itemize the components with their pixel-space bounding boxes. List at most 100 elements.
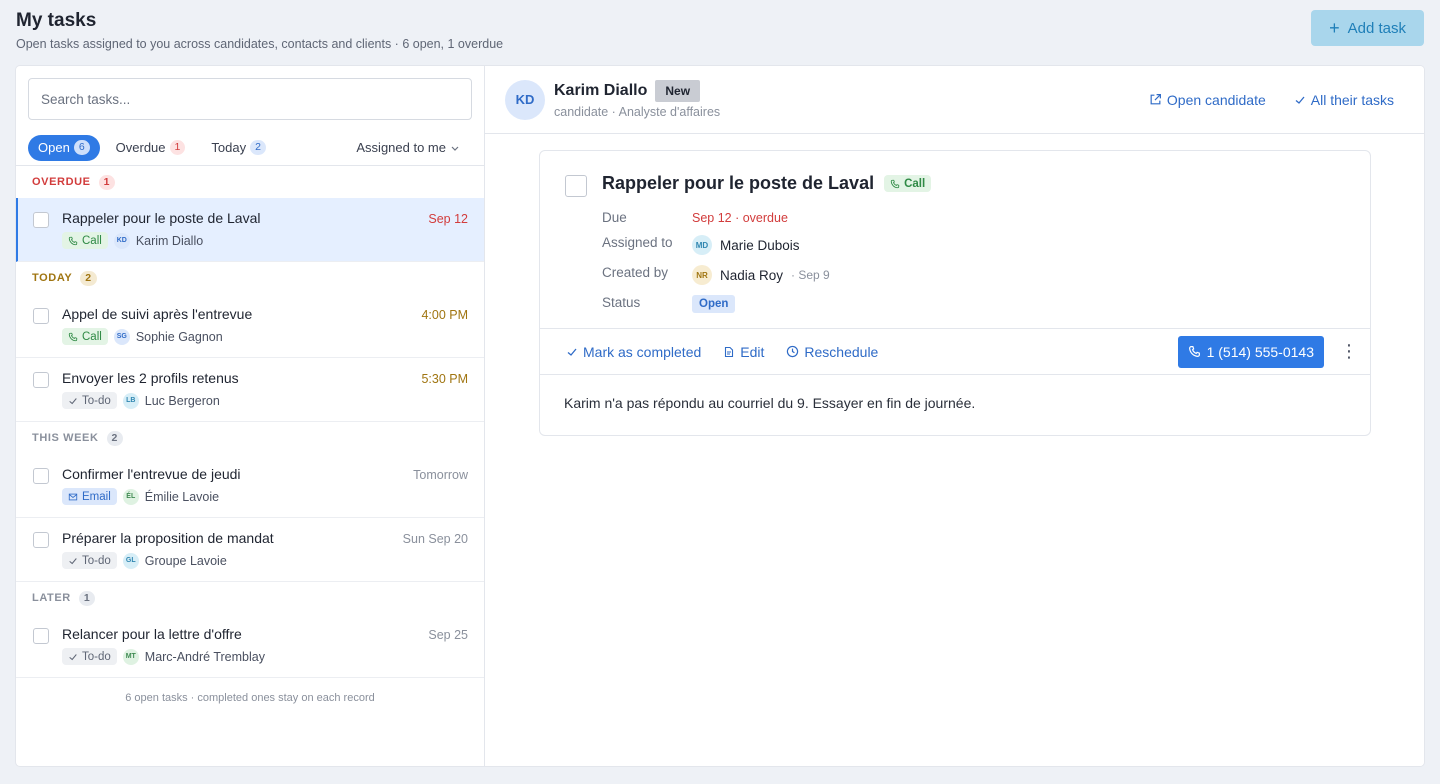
task-checkbox[interactable]	[33, 372, 49, 388]
search-input[interactable]	[41, 91, 459, 107]
assigned-dropdown[interactable]: Assigned to me	[356, 140, 472, 155]
assigned-label: Assigned to me	[356, 140, 446, 155]
task-complete-checkbox[interactable]	[565, 175, 587, 197]
section-week-count: 2	[106, 430, 123, 446]
task-meta: Call KD Karim Diallo	[62, 232, 468, 249]
avatar: ÉL	[122, 488, 139, 505]
task-row[interactable]: Appel de suivi après l'entrevue 4:00 PM …	[16, 294, 484, 358]
task-note: Karim n'a pas répondu au courriel du 9. …	[564, 395, 976, 411]
mark-completed-button[interactable]: Mark as completed	[566, 344, 701, 360]
task-row[interactable]: Préparer la proposition de mandat Sun Se…	[16, 518, 484, 582]
task-list-panel: Open 6 Overdue 1 Today 2 Assigned to me …	[16, 66, 485, 766]
filter-today-count: 2	[250, 140, 266, 155]
phone-icon	[890, 179, 900, 188]
filter-overdue-label: Overdue	[115, 140, 166, 155]
status-badge: New	[655, 80, 701, 102]
task-row[interactable]: Relancer pour la lettre d'offre Sep 25 T…	[16, 614, 484, 678]
created-by-label: Created by	[602, 265, 669, 280]
task-meta: Call SG Sophie Gagnon	[62, 328, 468, 345]
section-later-label: LATER	[32, 592, 71, 604]
reschedule-button[interactable]: Reschedule	[786, 344, 878, 360]
plus-icon: +	[1329, 17, 1340, 38]
section-overdue-label: OVERDUE	[32, 176, 91, 188]
task-due: Tomorrow	[413, 468, 468, 482]
task-checkbox[interactable]	[33, 212, 49, 228]
created-date: · Sep 9	[791, 268, 830, 282]
check-icon	[567, 348, 577, 356]
task-due: 4:00 PM	[421, 308, 468, 322]
more-options-icon[interactable]: ⋮	[1340, 341, 1358, 362]
check-icon	[1295, 96, 1305, 104]
record-links: Open candidate All their tasks	[1149, 92, 1404, 108]
task-checkbox[interactable]	[33, 468, 49, 484]
task-person: Émilie Lavoie	[144, 489, 220, 504]
task-row[interactable]: Envoyer les 2 profils retenus 5:30 PM To…	[16, 358, 484, 422]
status-badge: Open	[692, 295, 736, 313]
task-type-tag: Call	[884, 175, 932, 192]
task-meta: To-do LB Luc Bergeron	[62, 392, 468, 409]
task-detail-panel: KD Karim Diallo New candidate · Analyste…	[485, 66, 1424, 766]
page-subtitle: Open tasks assigned to you across candid…	[16, 37, 504, 51]
filter-open[interactable]: Open 6	[28, 134, 100, 161]
task-detail-top: Rappeler pour le poste de Laval Call Due…	[540, 151, 1370, 329]
task-type-label: To-do	[82, 650, 111, 663]
call-phone-button[interactable]: 1 (514) 555-0143	[1177, 335, 1324, 368]
edit-button[interactable]: Edit	[723, 344, 764, 360]
open-candidate-link[interactable]: Open candidate	[1149, 92, 1266, 108]
task-checkbox[interactable]	[33, 308, 49, 324]
section-week-label: THIS WEEK	[32, 432, 99, 444]
record-subtitle: candidate · Analyste d'affaires	[554, 105, 721, 119]
avatar: NR	[692, 265, 712, 285]
record-name: Karim Diallo	[554, 82, 648, 99]
task-type-label: Call	[82, 234, 102, 247]
task-row[interactable]: Rappeler pour le poste de Laval Sep 12 C…	[16, 198, 484, 262]
task-person: Luc Bergeron	[144, 393, 220, 408]
task-detail-title: Rappeler pour le poste de Laval	[602, 173, 875, 193]
task-detail-card: Rappeler pour le poste de Laval Call Due…	[539, 150, 1371, 436]
page-title: My tasks	[16, 10, 97, 31]
document-edit-icon	[725, 346, 734, 357]
search-box[interactable]	[28, 78, 472, 120]
task-type-label: Call	[82, 330, 102, 343]
task-due: Sep 25	[428, 628, 468, 642]
created-name: Nadia Roy	[720, 267, 784, 283]
avatar: KD	[113, 232, 130, 249]
task-type-tag: Email	[62, 488, 117, 505]
external-link-icon	[1150, 94, 1161, 105]
task-type-label: To-do	[82, 394, 111, 407]
task-person: Groupe Lavoie	[144, 553, 227, 568]
open-candidate-label: Open candidate	[1166, 91, 1266, 108]
all-their-tasks-link[interactable]: All their tasks	[1294, 92, 1394, 108]
task-type-tag: To-do	[62, 552, 117, 569]
status-label: Status	[602, 295, 641, 310]
created-by-value: NR Nadia Roy · Sep 9	[692, 265, 1346, 285]
avatar: SG	[113, 328, 130, 345]
add-task-button[interactable]: + Add task	[1311, 10, 1424, 46]
section-today: TODAY 2	[16, 262, 484, 294]
task-checkbox[interactable]	[33, 628, 49, 644]
filter-today[interactable]: Today 2	[201, 135, 276, 161]
task-title: Envoyer les 2 profils retenus	[62, 370, 239, 386]
task-checkbox[interactable]	[33, 532, 49, 548]
avatar: MD	[692, 235, 712, 255]
check-icon	[69, 397, 77, 404]
section-overdue-count: 1	[98, 174, 116, 190]
task-person: Sophie Gagnon	[135, 329, 223, 344]
task-type-label: To-do	[82, 554, 111, 567]
check-icon	[69, 653, 77, 660]
assigned-to-label: Assigned to	[602, 235, 673, 250]
avatar: GL	[122, 552, 139, 569]
avatar: KD	[505, 79, 545, 120]
task-type-tag: Call	[62, 328, 108, 345]
section-this-week: THIS WEEK 2	[16, 422, 484, 454]
task-person: Karim Diallo	[135, 233, 204, 248]
phone-icon	[1188, 346, 1200, 357]
all-their-tasks-label: All their tasks	[1310, 91, 1394, 108]
task-type-label: Email	[82, 490, 111, 503]
filter-overdue[interactable]: Overdue 1	[106, 135, 196, 161]
avatar: LB	[122, 392, 139, 409]
task-row[interactable]: Confirmer l'entrevue de jeudi Tomorrow E…	[16, 454, 484, 518]
filter-open-count: 6	[73, 140, 90, 155]
section-today-label: TODAY	[32, 272, 73, 284]
filter-overdue-count: 1	[169, 140, 186, 155]
